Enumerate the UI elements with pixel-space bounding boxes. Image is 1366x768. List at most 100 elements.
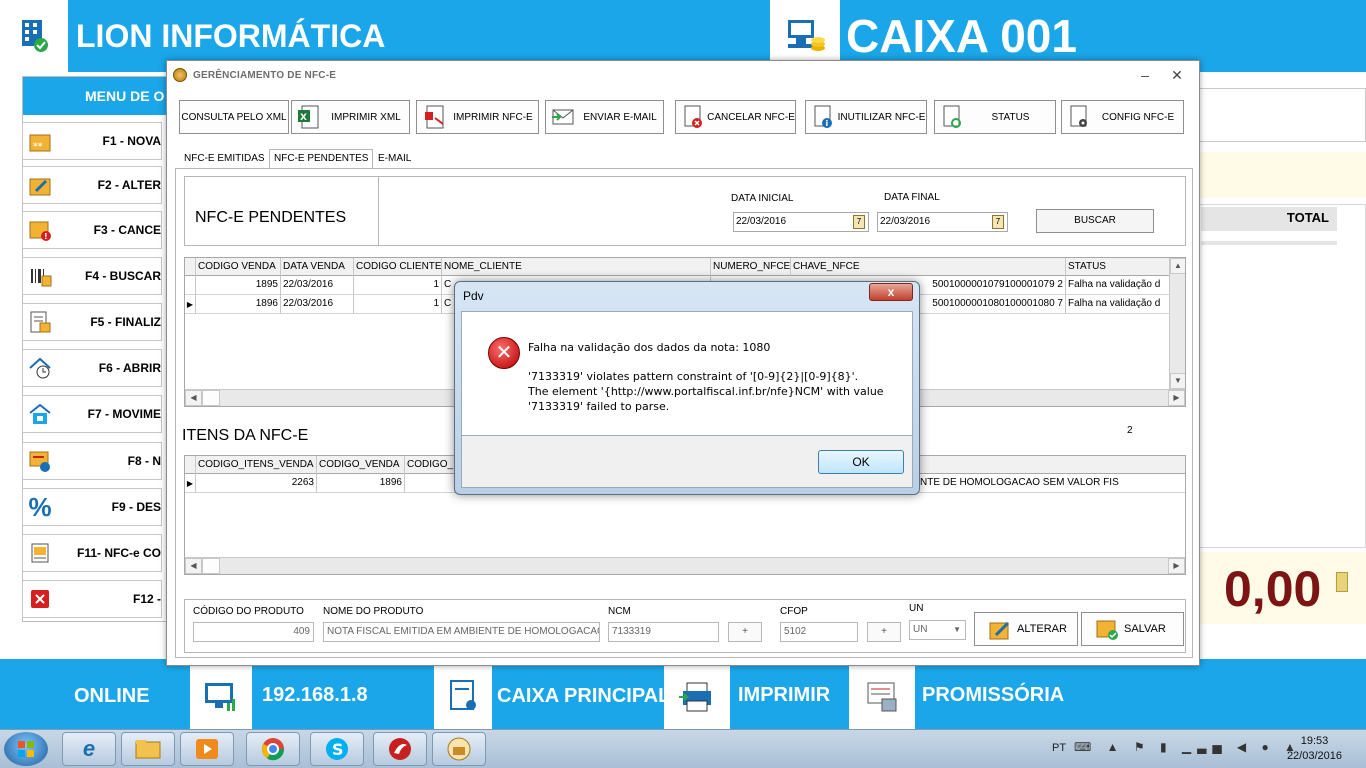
buscar-button[interactable]: BUSCAR xyxy=(1036,209,1154,233)
caixa-principal-label[interactable]: CAIXA PRINCIPAL xyxy=(497,685,670,708)
total-value: 0,00 xyxy=(1224,561,1322,617)
menu-item-label: F1 - NOVA xyxy=(102,134,161,148)
start-button[interactable] xyxy=(4,732,48,766)
imprimir-nfce-button[interactable]: IMPRIMIR NFC-E xyxy=(416,100,539,134)
close-icon[interactable]: ✕ xyxy=(1167,65,1187,85)
edit-box-icon xyxy=(987,616,1013,642)
menu-item-f2[interactable]: F2 - ALTER xyxy=(22,166,162,204)
pdv-app-icon[interactable] xyxy=(432,732,486,766)
nome-produto-field[interactable]: NOTA FISCAL EMITIDA EM AMBIENTE DE HOMOL… xyxy=(323,622,600,642)
menu-item-f9[interactable]: % F9 - DES xyxy=(22,488,162,526)
un-select[interactable]: UN ▼ xyxy=(909,620,966,640)
column-header[interactable]: NUMERO_NFCE xyxy=(711,258,791,276)
column-header[interactable]: NOME_CLIENTE xyxy=(442,258,711,276)
firebird-icon[interactable] xyxy=(373,732,427,766)
excel-xml-icon: X xyxy=(295,103,323,131)
column-header[interactable]: CHAVE_NFCE xyxy=(791,258,1066,276)
error-message-line: '7133319' failed to parse. xyxy=(528,400,670,413)
language-indicator[interactable]: PT xyxy=(1052,742,1066,754)
clock[interactable]: 19:53 22/03/2016 xyxy=(1287,734,1342,764)
vertical-scrollbar[interactable]: ▲ ▼ xyxy=(1169,258,1185,389)
scroll-left-icon[interactable]: ◀ xyxy=(185,558,202,574)
menu-item-f11[interactable]: F11- NFC-e CO xyxy=(22,534,162,572)
inutilizar-nfce-button[interactable]: i INUTILIZAR NFC-E xyxy=(805,100,927,134)
status-button[interactable]: STATUS xyxy=(934,100,1056,134)
codigo-produto-field[interactable]: 409 xyxy=(193,622,314,642)
data-inicial-field[interactable]: 22/03/2016 7 xyxy=(733,212,869,232)
salvar-button[interactable]: SALVAR xyxy=(1081,612,1184,646)
cfop-plus-button[interactable]: + xyxy=(867,622,901,642)
skype-icon[interactable]: S xyxy=(310,732,364,766)
cell-codigo-cliente: 1 xyxy=(354,295,442,314)
imprimir-xml-button[interactable]: X IMPRIMIR XML xyxy=(291,100,410,134)
menu-item-f8[interactable]: F8 - N xyxy=(22,442,162,480)
un-value: UN xyxy=(913,624,928,635)
cancelar-nfce-button[interactable]: CANCELAR NFC-E xyxy=(675,100,796,134)
close-icon[interactable]: x xyxy=(869,283,913,301)
chrome-icon[interactable] xyxy=(246,732,300,766)
menu-item-f12[interactable]: F12 - xyxy=(22,580,162,618)
menu-item-label: F11- NFC-e CO xyxy=(76,546,161,560)
total-divider xyxy=(1201,241,1337,245)
promissory-icon[interactable] xyxy=(849,664,915,729)
data-final-label: DATA FINAL xyxy=(884,192,940,203)
row-selector-current[interactable]: ▶ xyxy=(185,474,196,493)
calendar-icon[interactable]: 7 xyxy=(992,215,1004,229)
cell-codigo-cliente: 1 xyxy=(354,276,442,295)
promissoria-label[interactable]: PROMISSÓRIA xyxy=(922,684,1064,707)
svg-text:i: i xyxy=(826,119,829,128)
right-highlight-box xyxy=(1196,152,1366,198)
scroll-right-icon[interactable]: ▶ xyxy=(1168,390,1185,406)
column-header[interactable]: STATUS xyxy=(1066,258,1170,276)
ok-button[interactable]: OK xyxy=(818,450,904,474)
total-label: TOTAL xyxy=(1201,207,1337,231)
printer-icon[interactable] xyxy=(664,664,730,729)
enviar-email-button[interactable]: ENVIAR E-MAIL xyxy=(545,100,664,134)
calculator-icon xyxy=(1336,572,1348,592)
row-selector[interactable] xyxy=(185,276,196,295)
explorer-icon[interactable] xyxy=(121,732,175,766)
ie-icon[interactable]: e xyxy=(62,732,116,766)
consulta-xml-button[interactable]: CONSULTA PELO XML xyxy=(179,100,289,134)
tab-nfce-pendentes[interactable]: NFC-E PENDENTES xyxy=(269,149,374,169)
column-header[interactable]: CODIGO_ITENS_VENDA xyxy=(196,456,317,474)
dialog-footer: OK xyxy=(461,436,913,488)
menu-item-f3[interactable]: ! F3 - CANCE xyxy=(22,211,162,249)
scroll-down-icon[interactable]: ▼ xyxy=(1170,373,1185,389)
alterar-button[interactable]: ALTERAR xyxy=(974,612,1078,646)
scroll-thumb[interactable] xyxy=(202,390,220,406)
menu-item-f4[interactable]: F4 - BUSCAR xyxy=(22,257,162,295)
column-header[interactable]: CODIGO CLIENTE xyxy=(354,258,442,276)
error-dialog: Pdv x ✕ Falha na validação dos dados da … xyxy=(454,281,920,495)
scroll-up-icon[interactable]: ▲ xyxy=(1170,258,1185,274)
menu-item-f7[interactable]: F7 - MOVIME xyxy=(22,395,162,433)
divider xyxy=(378,177,379,245)
tab-nfce-emitidas[interactable]: NFC-E EMITIDAS xyxy=(179,149,270,169)
window-titlebar[interactable]: GERÊNCIAMENTO DE NFC-E – ✕ xyxy=(167,61,1199,91)
tray-icons[interactable]: ⌨ ▲ ⚑ ▮ ▁▃▅ ◀ ● ▲ xyxy=(1074,740,1302,754)
scroll-right-icon[interactable]: ▶ xyxy=(1168,558,1185,574)
column-header[interactable]: DATA VENDA xyxy=(281,258,354,276)
caixa-user-icon[interactable] xyxy=(434,664,492,729)
horizontal-scrollbar[interactable]: ◀ ▶ xyxy=(185,557,1185,574)
ncm-plus-button[interactable]: + xyxy=(728,622,762,642)
calendar-icon[interactable]: 7 xyxy=(853,215,865,229)
media-player-icon[interactable] xyxy=(180,732,234,766)
menu-item-f6[interactable]: F6 - ABRIR xyxy=(22,349,162,387)
data-final-field[interactable]: 22/03/2016 7 xyxy=(877,212,1008,232)
scroll-left-icon[interactable]: ◀ xyxy=(185,390,202,406)
scroll-thumb[interactable] xyxy=(202,558,220,574)
column-header[interactable]: CODIGO_VENDA xyxy=(317,456,405,474)
row-selector-current[interactable]: ▶ xyxy=(185,295,196,314)
config-nfce-button[interactable]: CONFIG NFC-E xyxy=(1061,100,1184,134)
column-header[interactable]: CODIGO VENDA xyxy=(196,258,281,276)
panel-title: NFC-E PENDENTES xyxy=(195,209,347,226)
cfop-field[interactable]: 5102 xyxy=(780,622,858,642)
ncm-field[interactable]: 7133319 xyxy=(608,622,719,642)
imprimir-label[interactable]: IMPRIMIR xyxy=(738,684,830,707)
minimize-icon[interactable]: – xyxy=(1135,65,1155,85)
menu-item-f5[interactable]: F5 - FINALIZ xyxy=(22,303,162,341)
button-label: STATUS xyxy=(991,111,1030,123)
menu-item-f1[interactable]: ** F1 - NOVA xyxy=(22,122,162,160)
tab-email[interactable]: E-MAIL xyxy=(373,149,416,169)
